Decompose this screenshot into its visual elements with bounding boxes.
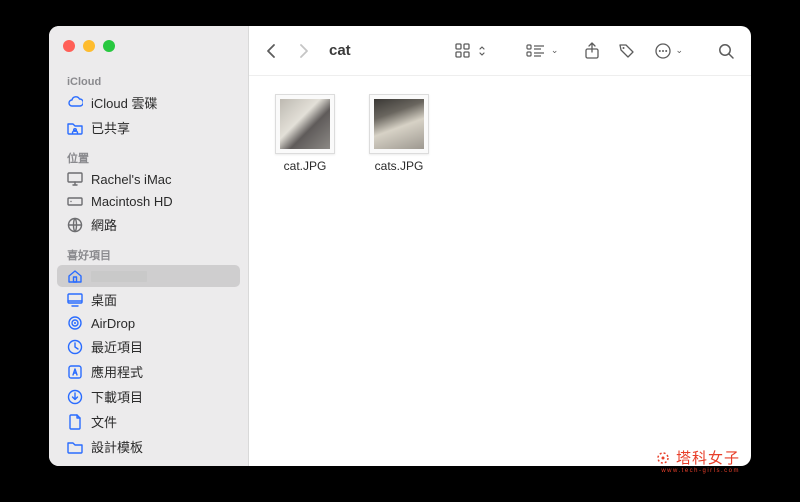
desktop-icon <box>67 292 83 308</box>
sidebar-item-label: 已共享 <box>91 118 130 137</box>
sidebar-item-label: 最近項目 <box>91 337 143 356</box>
sidebar-item-recents[interactable]: 最近項目 <box>49 334 248 359</box>
file-grid[interactable]: cat.JPG cats.JPG <box>249 76 751 466</box>
watermark: 塔科女子 www.tech-girls.com <box>654 447 740 468</box>
sidebar-item-desktop[interactable]: 桌面 <box>49 287 248 312</box>
sidebar-item-label: 應用程式 <box>91 362 143 381</box>
share-button[interactable] <box>580 39 604 63</box>
file-item[interactable]: cats.JPG <box>361 94 437 173</box>
file-label: cat.JPG <box>284 159 327 173</box>
folder-icon <box>67 439 83 455</box>
file-thumbnail <box>275 94 335 154</box>
sidebar-item-network[interactable]: 網路 <box>49 212 248 237</box>
sidebar-item-applications[interactable]: 應用程式 <box>49 359 248 384</box>
window-controls <box>49 40 248 68</box>
folder-title: cat <box>329 42 351 59</box>
display-icon <box>67 171 83 187</box>
sidebar-item-home[interactable] <box>57 265 240 287</box>
main-pane: cat ⌄ ⌄ cat.JP <box>249 26 751 466</box>
minimize-window-button[interactable] <box>83 40 95 52</box>
finder-window: iCloud iCloud 雲碟已共享位置 Rachel's iMac Macinto… <box>49 26 751 466</box>
chevron-down-icon: ⌄ <box>675 45 683 56</box>
sidebar-item-macintosh-hd[interactable]: Macintosh HD <box>49 190 248 212</box>
clock-icon <box>67 339 83 355</box>
file-label: cats.JPG <box>375 159 424 173</box>
sidebar: iCloud iCloud 雲碟已共享位置 Rachel's iMac Macinto… <box>49 26 249 466</box>
sidebar-item-shared[interactable]: 已共享 <box>49 115 248 140</box>
close-window-button[interactable] <box>63 40 75 52</box>
house-icon <box>67 268 83 284</box>
drive-icon <box>67 193 83 209</box>
action-menu-button[interactable]: ⌄ <box>650 39 687 63</box>
sidebar-item-label <box>91 271 147 282</box>
sidebar-item-imac[interactable]: Rachel's iMac <box>49 168 248 190</box>
sidebar-item-label: iCloud 雲碟 <box>91 93 157 112</box>
watermark-text: 塔科女子 <box>676 447 740 468</box>
sidebar-item-downloads[interactable]: 下載項目 <box>49 384 248 409</box>
sidebar-section-header: 位置 <box>49 144 248 168</box>
group-by-button[interactable]: ⌄ <box>522 40 563 62</box>
sidebar-item-label: 文件 <box>91 412 117 431</box>
doc-icon <box>67 414 83 430</box>
sidebar-item-label: Rachel's iMac <box>91 172 172 187</box>
sidebar-section-header: 喜好項目 <box>49 241 248 265</box>
watermark-icon <box>654 449 672 467</box>
globe-icon <box>67 217 83 233</box>
sidebar-item-label: 桌面 <box>91 290 117 309</box>
airdrop-icon <box>67 315 83 331</box>
sidebar-item-airdrop[interactable]: AirDrop <box>49 312 248 334</box>
file-item[interactable]: cat.JPG <box>267 94 343 173</box>
nav-arrows <box>261 42 313 60</box>
sidebar-item-templates[interactable]: 設計模板 <box>49 434 248 459</box>
tags-button[interactable] <box>614 39 640 63</box>
search-button[interactable] <box>713 39 739 63</box>
forward-button[interactable] <box>295 42 313 60</box>
zoom-window-button[interactable] <box>103 40 115 52</box>
sidebar-section-header: iCloud <box>49 70 248 90</box>
download-icon <box>67 389 83 405</box>
chevron-down-icon: ⌄ <box>551 45 559 56</box>
sidebar-item-documents[interactable]: 文件 <box>49 409 248 434</box>
sidebar-item-icloud-drive[interactable]: iCloud 雲碟 <box>49 90 248 115</box>
folder-shared-icon <box>67 120 83 136</box>
app-icon <box>67 364 83 380</box>
back-button[interactable] <box>261 42 279 60</box>
sidebar-nav: iCloud iCloud 雲碟已共享位置 Rachel's iMac Macinto… <box>49 68 248 459</box>
sidebar-item-label: AirDrop <box>91 316 135 331</box>
view-mode-button[interactable] <box>451 40 490 62</box>
sidebar-item-label: Macintosh HD <box>91 194 173 209</box>
sidebar-item-label: 網路 <box>91 215 117 234</box>
toolbar: cat ⌄ ⌄ <box>249 26 751 76</box>
sidebar-item-label: 下載項目 <box>91 387 143 406</box>
sidebar-item-label: 設計模板 <box>91 437 143 456</box>
watermark-sub: www.tech-girls.com <box>661 468 740 474</box>
cloud-icon <box>67 95 83 111</box>
file-thumbnail <box>369 94 429 154</box>
chevron-updown-icon <box>478 45 486 57</box>
